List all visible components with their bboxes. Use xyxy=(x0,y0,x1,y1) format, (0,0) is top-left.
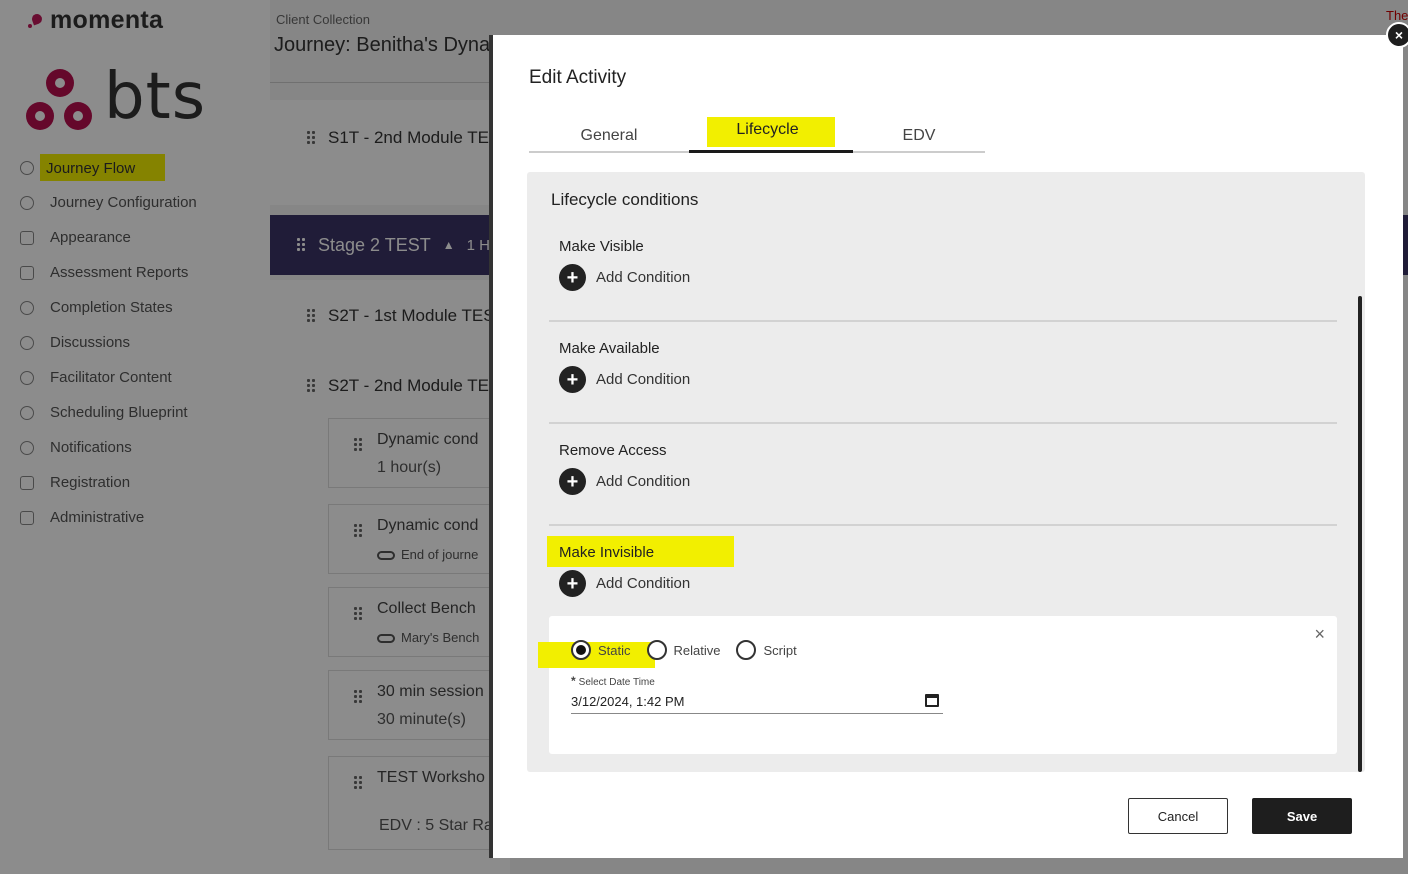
add-condition-button[interactable]: + Add Condition xyxy=(559,264,690,291)
calendar-icon[interactable] xyxy=(925,694,939,707)
edit-activity-modal: Edit Activity General Lifecycle EDV Life… xyxy=(489,35,1403,858)
add-condition-label: Add Condition xyxy=(596,575,691,592)
section-title: Make Available xyxy=(559,340,660,357)
radio-label: Static xyxy=(598,642,631,658)
radio-static[interactable]: Static xyxy=(571,640,631,660)
tab-label: EDV xyxy=(902,127,936,144)
plus-icon: + xyxy=(559,264,586,291)
save-button[interactable]: Save xyxy=(1252,798,1352,834)
tab-edv[interactable]: EDV xyxy=(853,119,985,153)
tab-label: Lifecycle xyxy=(707,116,835,147)
add-condition-label: Add Condition xyxy=(596,269,691,286)
add-condition-button[interactable]: + Add Condition xyxy=(559,570,690,597)
datetime-value: 3/12/2024, 1:42 PM xyxy=(571,694,685,709)
tab-label: General xyxy=(580,127,638,144)
cancel-button[interactable]: Cancel xyxy=(1128,798,1228,834)
datetime-input[interactable]: 3/12/2024, 1:42 PM xyxy=(571,692,943,714)
add-condition-label: Add Condition xyxy=(596,473,691,490)
condition-editor: × Static Relative Script * Select Date Ti… xyxy=(538,616,1337,754)
tab-general[interactable]: General xyxy=(529,119,689,153)
section-title: Make Invisible xyxy=(547,536,735,567)
add-condition-button[interactable]: + Add Condition xyxy=(559,366,690,393)
section-divider xyxy=(549,422,1337,424)
add-condition-button[interactable]: + Add Condition xyxy=(559,468,690,495)
plus-icon: + xyxy=(559,366,586,393)
datetime-label: * Select Date Time xyxy=(571,674,655,688)
condition-type-radio-group: Static Relative Script xyxy=(571,640,813,660)
close-icon[interactable]: × xyxy=(1386,22,1408,48)
modal-title: Edit Activity xyxy=(529,67,627,88)
radio-label: Relative xyxy=(673,642,721,658)
radio-checked-icon xyxy=(571,640,591,660)
datetime-label-text: Select Date Time xyxy=(578,677,655,688)
remove-condition-icon[interactable]: × xyxy=(1314,624,1325,645)
radio-unchecked-icon xyxy=(736,640,757,660)
section-title: Remove Access xyxy=(559,442,667,459)
radio-relative[interactable]: Relative xyxy=(646,640,721,660)
radio-script[interactable]: Script xyxy=(736,640,797,660)
scrollbar[interactable] xyxy=(1358,296,1362,772)
plus-icon: + xyxy=(559,468,586,495)
required-mark: * xyxy=(571,674,576,688)
add-condition-label: Add Condition xyxy=(596,371,691,388)
lifecycle-panel: Lifecycle conditions Make Visible + Add … xyxy=(527,172,1365,772)
section-divider xyxy=(549,524,1337,526)
plus-icon: + xyxy=(559,570,586,597)
tab-lifecycle[interactable]: Lifecycle xyxy=(689,116,853,153)
section-divider xyxy=(549,320,1337,322)
radio-label: Script xyxy=(763,642,797,658)
section-title: Make Visible xyxy=(559,238,644,255)
tab-bar: General Lifecycle EDV xyxy=(529,116,985,153)
panel-title: Lifecycle conditions xyxy=(551,190,699,209)
radio-unchecked-icon xyxy=(646,640,667,660)
